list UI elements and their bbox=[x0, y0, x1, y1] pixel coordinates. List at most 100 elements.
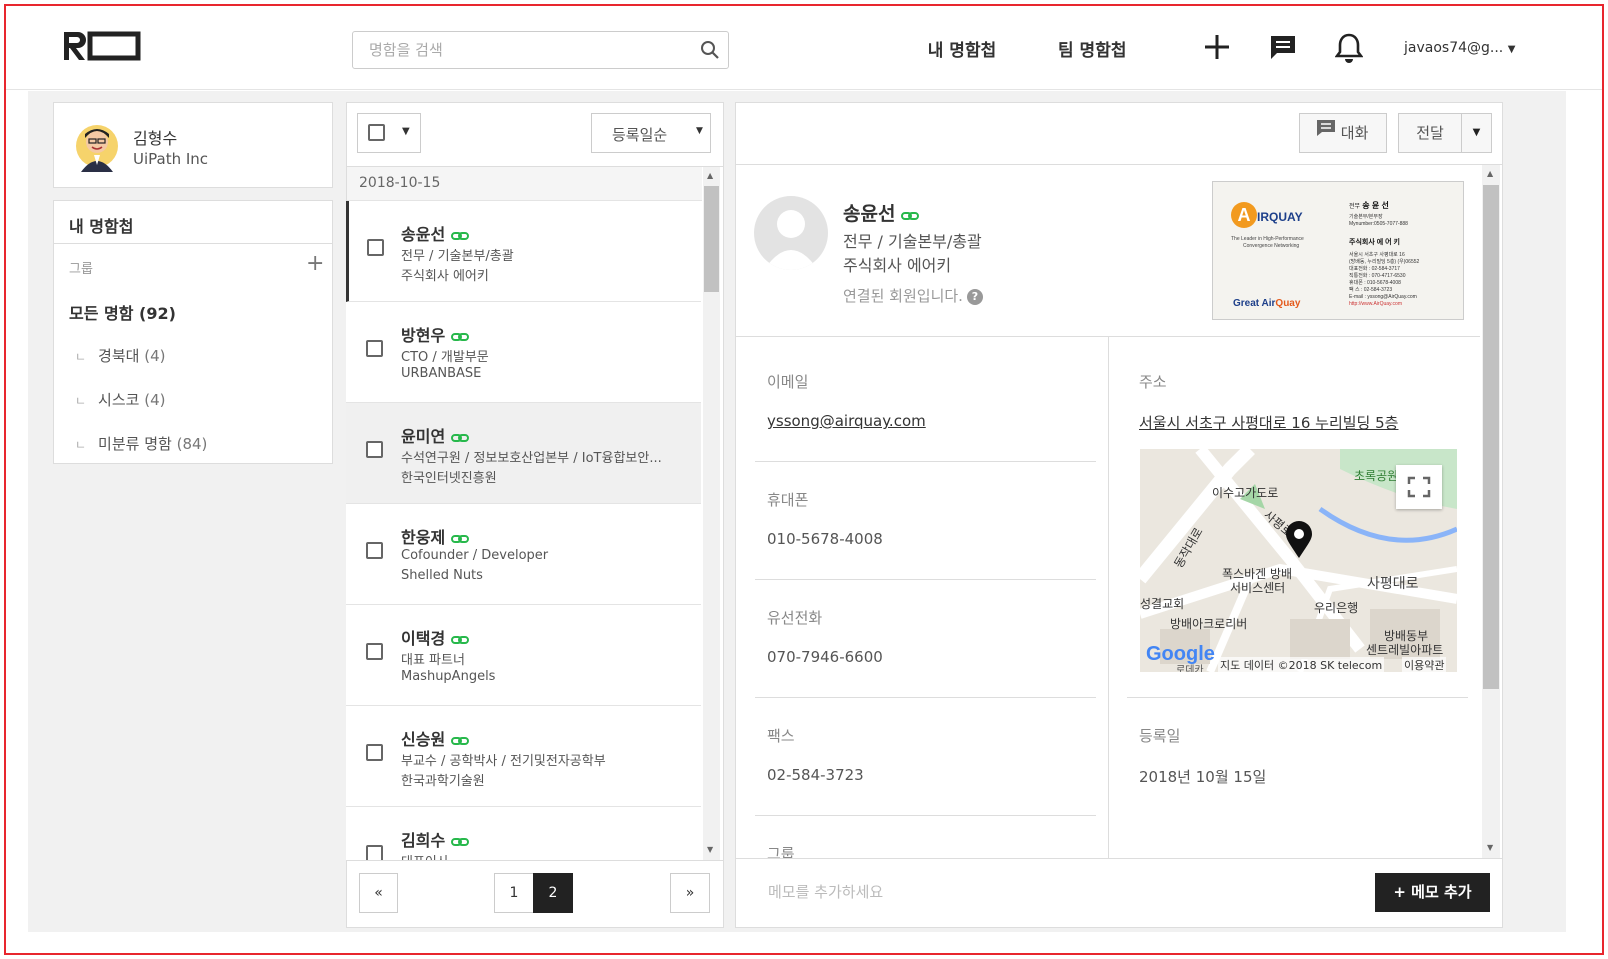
contact-company: 주식회사 에어키 bbox=[843, 256, 952, 275]
group-all-count: (92) bbox=[139, 304, 176, 323]
pager-page-2[interactable]: 2 bbox=[533, 873, 573, 913]
card-tagline: Convergence Networking bbox=[1243, 243, 1300, 249]
list-item[interactable]: 방현우 CTO / 개발부문 URBANBASE bbox=[346, 302, 701, 403]
business-card-image[interactable]: A IRQUAY The Leader in High-Performance … bbox=[1212, 181, 1464, 320]
add-memo-button[interactable]: + 메모 추가 bbox=[1375, 873, 1490, 912]
notification-bell-icon[interactable] bbox=[1334, 32, 1364, 68]
add-group-icon[interactable]: + bbox=[306, 253, 324, 275]
mobile-label: 휴대폰 bbox=[767, 491, 809, 509]
fax-label: 팩스 bbox=[767, 727, 795, 745]
card-checkbox[interactable] bbox=[366, 643, 383, 660]
caret-down-icon: ▼ bbox=[1472, 127, 1481, 138]
card-checkbox[interactable] bbox=[366, 845, 383, 860]
chat-label: 대화 bbox=[1340, 124, 1369, 142]
detail-scrollbar[interactable]: ▲ ▼ bbox=[1482, 165, 1500, 858]
card-checkbox[interactable] bbox=[366, 340, 383, 357]
tab-my-cards[interactable]: 내 명함첩 bbox=[896, 36, 1028, 96]
scroll-up-icon[interactable]: ▲ bbox=[1487, 169, 1493, 178]
groups-label: 그룹 bbox=[69, 262, 93, 277]
list-item[interactable]: 신승원 부교수 / 공학박사 / 전기및전자공학부 한국과학기술원 bbox=[346, 706, 701, 807]
list-scrollbar[interactable]: ▲ ▼ bbox=[703, 167, 720, 860]
list-item[interactable]: 송윤선 전무 / 기술본부/총괄 주식회사 에어키 bbox=[346, 201, 701, 302]
scroll-down-icon[interactable]: ▼ bbox=[707, 845, 713, 854]
card-checkbox[interactable] bbox=[367, 239, 384, 256]
user-menu[interactable]: javaos74@g... ▼ bbox=[1404, 40, 1515, 56]
search-icon[interactable] bbox=[700, 40, 720, 64]
card-line: 서울시 서초구 사평대로 16 bbox=[1349, 252, 1405, 258]
search-input[interactable] bbox=[353, 32, 673, 68]
group-item-cisco[interactable]: ㄴ 시스코 (4) bbox=[75, 389, 165, 410]
remember-logo[interactable] bbox=[60, 30, 146, 66]
card-title: 수석연구원 / 정보보호산업본부 / IoT융합보안... bbox=[401, 451, 662, 466]
card-company: URBANBASE bbox=[401, 366, 482, 381]
chat-icon[interactable] bbox=[1269, 32, 1297, 66]
card-list: 송윤선 전무 / 기술본부/총괄 주식회사 에어키 방현우 CTO / 개발부문… bbox=[346, 201, 702, 860]
card-name: 신승원 bbox=[401, 730, 446, 749]
map-pin-icon[interactable] bbox=[1285, 521, 1313, 563]
link-icon bbox=[451, 428, 470, 447]
map-terms-link[interactable]: 이용약관 bbox=[1402, 657, 1447, 672]
forward-dropdown-button[interactable]: ▼ bbox=[1461, 113, 1492, 153]
card-name: 윤미연 bbox=[401, 427, 446, 446]
group-item-knu[interactable]: ㄴ 경북대 (4) bbox=[75, 345, 165, 366]
list-item[interactable]: 한웅제 Cofounder / Developer Shelled Nuts bbox=[346, 504, 701, 605]
airquay-logo-text: IRQUAY bbox=[1257, 210, 1303, 224]
card-line: 대표전화 : 02-584-3717 bbox=[1349, 266, 1400, 272]
mobile-value[interactable]: 010-5678-4008 bbox=[767, 530, 883, 548]
regdate-value: 2018년 10월 15일 bbox=[1139, 768, 1267, 786]
group-item-uncategorized[interactable]: ㄴ 미분류 명함 (84) bbox=[75, 433, 207, 454]
map-attribution: 지도 데이터 ©2018 SK telecom bbox=[1218, 657, 1385, 672]
airquay-logo-mark: A bbox=[1231, 202, 1257, 228]
phone-value[interactable]: 070-7946-6600 bbox=[767, 648, 883, 666]
groups-panel bbox=[53, 200, 333, 464]
card-company: 한국인터넷진흥원 bbox=[401, 471, 497, 486]
card-line: http://www.AirQuay.com bbox=[1349, 301, 1402, 307]
group-name: 경북대 bbox=[98, 347, 140, 365]
card-tagline: The Leader in High-Performance bbox=[1231, 236, 1304, 242]
card-checkbox[interactable] bbox=[366, 744, 383, 761]
tab-team-cards[interactable]: 팀 명함첩 bbox=[1058, 36, 1126, 61]
select-all-dropdown[interactable]: ▼ bbox=[357, 113, 421, 153]
list-item[interactable]: 이택경 대표 파트너 MashupAngels bbox=[346, 605, 701, 706]
memo-input[interactable]: 메모를 추가하세요 bbox=[768, 881, 883, 902]
select-all-checkbox[interactable] bbox=[368, 124, 385, 141]
list-item[interactable]: 윤미연 수석연구원 / 정보보호산업본부 / IoT융합보안... 한국인터넷진… bbox=[346, 403, 701, 504]
sort-select[interactable]: 등록일순 ▼ bbox=[591, 113, 711, 153]
group-name: 시스코 bbox=[98, 391, 140, 409]
address-link[interactable]: 서울시 서초구 사평대로 16 누리빌딩 5층 bbox=[1139, 412, 1398, 433]
link-icon bbox=[451, 226, 470, 245]
link-icon bbox=[451, 630, 470, 649]
link-icon bbox=[451, 529, 470, 548]
pager-prev-button[interactable]: « bbox=[359, 873, 398, 913]
card-name: 송윤선 bbox=[401, 225, 446, 244]
card-checkbox[interactable] bbox=[366, 441, 383, 458]
add-icon[interactable] bbox=[1203, 32, 1231, 66]
card-checkbox[interactable] bbox=[366, 542, 383, 559]
address-map[interactable]: 초록공원 이수고가도로 사평로 동작대로 폭스바겐 방배 서비스센터 사평대로 … bbox=[1140, 449, 1457, 672]
card-line: E-mail : yssong@AirQuay.com bbox=[1349, 294, 1417, 300]
help-icon[interactable]: ? bbox=[966, 288, 983, 305]
forward-button[interactable]: 전달 bbox=[1398, 113, 1462, 153]
pager-next-button[interactable]: » bbox=[670, 873, 710, 913]
scroll-down-icon[interactable]: ▼ bbox=[1487, 843, 1493, 852]
contact-name: 송윤선 bbox=[843, 199, 920, 226]
chat-button[interactable]: 대화 bbox=[1299, 113, 1387, 153]
card-slogan-accent: Quay bbox=[1275, 298, 1301, 309]
card-title: Cofounder / Developer bbox=[401, 548, 549, 563]
tree-branch-icon: ㄴ bbox=[75, 438, 87, 452]
card-mynumber: Mynumber:0505-7077-888 bbox=[1349, 221, 1408, 227]
group-all-cards[interactable]: 모든 명함 (92) bbox=[69, 300, 176, 324]
email-label: 이메일 bbox=[767, 373, 809, 391]
fullscreen-icon[interactable] bbox=[1396, 465, 1442, 509]
google-logo: Google bbox=[1146, 643, 1215, 665]
avatar[interactable] bbox=[73, 120, 121, 176]
scrollbar-thumb[interactable] bbox=[1483, 185, 1499, 689]
list-item[interactable]: 김희수 대표이사 bbox=[346, 807, 701, 860]
pager-page-1[interactable]: 1 bbox=[494, 873, 534, 913]
scrollbar-thumb[interactable] bbox=[704, 186, 719, 292]
contact-title: 전무 / 기술본부/총괄 bbox=[843, 232, 982, 251]
scroll-up-icon[interactable]: ▲ bbox=[707, 171, 713, 180]
email-link[interactable]: yssong@airquay.com bbox=[767, 412, 926, 430]
card-slogan: Great AirQuay bbox=[1233, 298, 1300, 309]
caret-down-icon: ▼ bbox=[696, 126, 703, 136]
